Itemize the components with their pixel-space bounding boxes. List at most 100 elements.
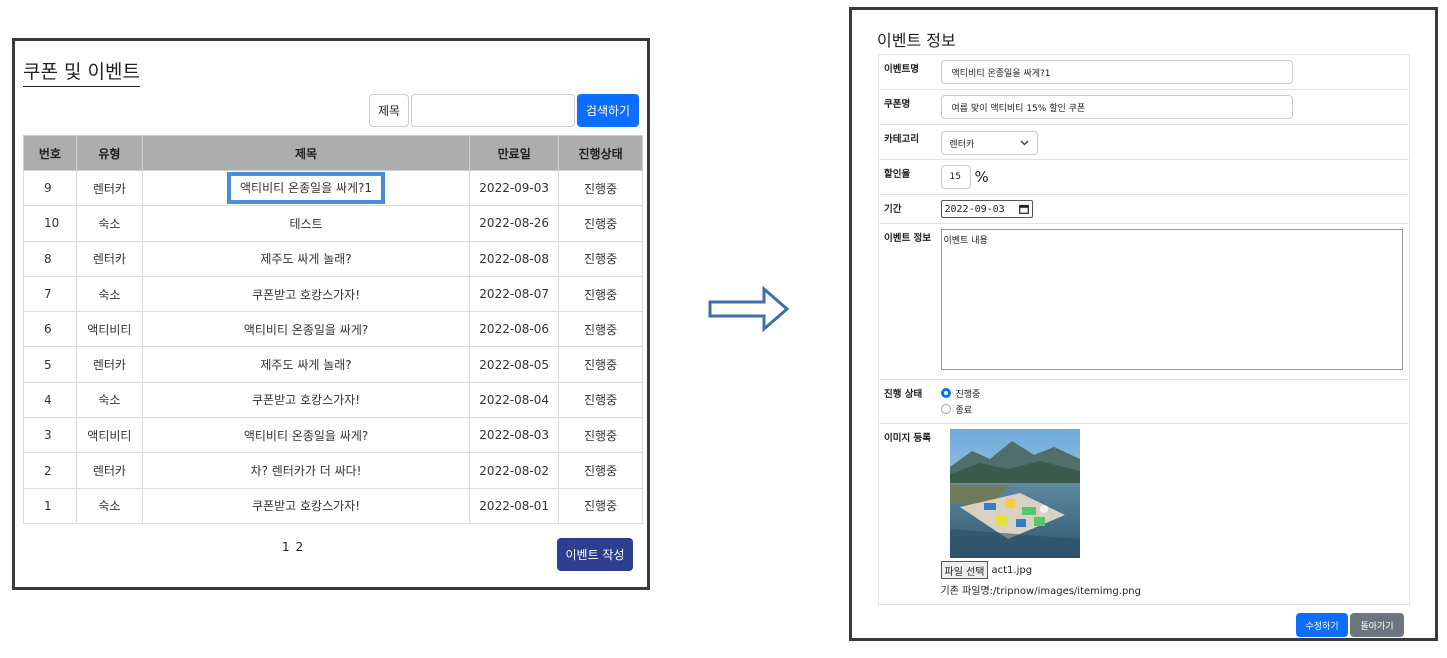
column-header-expiry: 만료일: [469, 135, 560, 171]
coupon-event-list-window: 쿠폰 및 이벤트 제목 검색하기 번호 유형 제목 만료일 진행상태 9 렌터카 액…: [12, 38, 650, 590]
period-date-input[interactable]: 2022-09-03: [940, 200, 1033, 218]
save-button[interactable]: 수정하기: [1296, 613, 1348, 637]
cell-expiry: 2022-08-05: [469, 346, 560, 383]
search-bar: 제목 검색하기: [369, 94, 639, 127]
cell-title[interactable]: 액티비티 온종일을 싸게?: [141, 417, 471, 454]
column-header-type: 유형: [75, 135, 143, 171]
cell-title: 액티비티 온종일을 싸게?1: [141, 169, 471, 207]
form-row-image: 이미지 등록 파일 선택 act1.jpg 기존 파일명:/tripnow/im…: [878, 423, 1410, 605]
cell-number: 9: [23, 169, 77, 207]
cell-status: 진행중: [558, 487, 643, 524]
field-label: 이벤트 정보: [878, 223, 941, 380]
cell-title[interactable]: 테스트: [141, 205, 471, 242]
table-row[interactable]: 8 렌터카 제주도 싸게 놀래? 2022-08-08 진행중: [23, 240, 643, 277]
field-label: 이미지 등록: [878, 423, 941, 605]
cell-expiry: 2022-08-08: [469, 240, 560, 277]
column-header-title: 제목: [141, 135, 471, 171]
cell-number: 5: [23, 346, 77, 383]
field-label: 이벤트명: [878, 54, 941, 90]
event-info-textarea[interactable]: 이벤트 내용: [940, 229, 1403, 370]
cell-expiry: 2022-08-07: [469, 275, 560, 313]
cell-title[interactable]: 쿠폰받고 호캉스가자!: [141, 487, 471, 524]
cell-status: 진행중: [558, 311, 643, 348]
status-option-label: 진행중: [955, 389, 981, 400]
field-label: 기간: [878, 194, 941, 224]
percent-unit: %: [974, 168, 989, 186]
cell-type: 렌터카: [75, 452, 143, 489]
back-button[interactable]: 돌아가기: [1350, 613, 1404, 637]
coupon-name-input[interactable]: 여름 맞이 액티비티 15% 할인 쿠폰: [940, 95, 1293, 119]
search-input[interactable]: [411, 94, 575, 127]
right-arrow-icon: [708, 286, 790, 332]
table-row[interactable]: 5 렌터카 제주도 싸게 놀래? 2022-08-05 진행중: [23, 346, 643, 383]
cell-expiry: 2022-08-01: [469, 487, 560, 524]
cell-number: 4: [23, 381, 77, 419]
category-selected: 렌터카: [949, 139, 975, 150]
field-label: 카테고리: [878, 124, 941, 160]
selected-file-name: act1.jpg: [991, 564, 1033, 576]
cell-status: 진행중: [558, 417, 643, 454]
form-row-coupon-name: 쿠폰명 여름 맞이 액티비티 15% 할인 쿠폰: [878, 89, 1410, 125]
cell-title[interactable]: 액티비티 온종일을 싸게?: [141, 311, 471, 348]
cell-expiry: 2022-09-03: [469, 169, 560, 207]
cell-status: 진행중: [558, 381, 643, 419]
cell-title[interactable]: 쿠폰받고 호캉스가자!: [141, 275, 471, 313]
cell-number: 2: [23, 452, 77, 489]
table-row[interactable]: 6 액티비티 액티비티 온종일을 싸게? 2022-08-06 진행중: [23, 311, 643, 348]
highlighted-title-link[interactable]: 액티비티 온종일을 싸게?1: [227, 172, 386, 205]
cell-type: 액티비티: [75, 417, 143, 454]
cell-title[interactable]: 제주도 싸게 놀래?: [141, 240, 471, 277]
existing-file-path: 기존 파일명:/tripnow/images/itemimg.png: [940, 586, 1141, 597]
cell-number: 10: [23, 205, 77, 242]
radio-unselected-icon[interactable]: [940, 404, 951, 414]
cell-expiry: 2022-08-03: [469, 417, 560, 454]
column-header-number: 번호: [23, 135, 77, 171]
cell-expiry: 2022-08-04: [469, 381, 560, 419]
status-option-label: 종료: [955, 405, 973, 416]
write-event-button[interactable]: 이벤트 작성: [557, 538, 633, 571]
cell-title[interactable]: 제주도 싸게 놀래?: [141, 346, 471, 383]
category-select[interactable]: 렌터카: [940, 131, 1038, 155]
date-value: 2022-09-03: [944, 203, 1005, 215]
event-name-input[interactable]: 액티비티 온종일을 싸게?1: [940, 60, 1293, 84]
file-select-button[interactable]: 파일 선택: [940, 561, 989, 579]
table-row[interactable]: 4 숙소 쿠폰받고 호캉스가자! 2022-08-04 진행중: [23, 381, 643, 419]
event-form: 이벤트명 액티비티 온종일을 싸게?1 쿠폰명 여름 맞이 액티비티 15% 할…: [878, 54, 1410, 605]
cell-expiry: 2022-08-26: [469, 205, 560, 242]
event-detail-window: 이벤트 정보 이벤트명 액티비티 온종일을 싸게?1 쿠폰명 여름 맞이 액티비…: [849, 7, 1438, 641]
status-option-ended[interactable]: 종료: [940, 401, 1410, 417]
table-row[interactable]: 10 숙소 테스트 2022-08-26 진행중: [23, 205, 643, 242]
radio-selected-icon[interactable]: [940, 388, 951, 398]
status-option-active[interactable]: 진행중: [940, 385, 1410, 401]
cell-number: 3: [23, 417, 77, 454]
search-button[interactable]: 검색하기: [577, 94, 639, 127]
cell-type: 숙소: [75, 205, 143, 242]
cell-title[interactable]: 쿠폰받고 호캉스가자!: [141, 381, 471, 419]
table-row[interactable]: 1 숙소 쿠폰받고 호캉스가자! 2022-08-01 진행중: [23, 487, 643, 524]
page-title: 쿠폰 및 이벤트: [23, 57, 140, 87]
cell-type: 액티비티: [75, 311, 143, 348]
cell-status: 진행중: [558, 169, 643, 207]
cell-status: 진행중: [558, 240, 643, 277]
form-row-info: 이벤트 정보 이벤트 내용: [878, 223, 1410, 380]
calendar-icon[interactable]: [1018, 204, 1029, 214]
table-row[interactable]: 7 숙소 쿠폰받고 호캉스가자! 2022-08-07 진행중: [23, 275, 643, 313]
cell-type: 숙소: [75, 381, 143, 419]
form-row-discount: 할인율 15 %: [878, 159, 1410, 195]
cell-type: 렌터카: [75, 240, 143, 277]
cell-type: 렌터카: [75, 346, 143, 383]
cell-status: 진행중: [558, 205, 643, 242]
event-image-preview: [949, 429, 1080, 558]
search-field-select[interactable]: 제목: [369, 94, 409, 127]
cell-title[interactable]: 차? 렌터카가 더 싸다!: [141, 452, 471, 489]
table-row[interactable]: 2 렌터카 차? 렌터카가 더 싸다! 2022-08-02 진행중: [23, 452, 643, 489]
cell-status: 진행중: [558, 275, 643, 313]
discount-input[interactable]: 15: [940, 165, 971, 189]
form-row-category: 카테고리 렌터카: [878, 124, 1410, 160]
form-row-period: 기간 2022-09-03: [878, 194, 1410, 224]
field-label: 할인율: [878, 159, 941, 195]
pagination[interactable]: 1 2: [282, 540, 304, 554]
field-label: 쿠폰명: [878, 89, 941, 125]
table-row[interactable]: 3 액티비티 액티비티 온종일을 싸게? 2022-08-03 진행중: [23, 417, 643, 454]
table-row[interactable]: 9 렌터카 액티비티 온종일을 싸게?1 2022-09-03 진행중: [23, 169, 643, 207]
